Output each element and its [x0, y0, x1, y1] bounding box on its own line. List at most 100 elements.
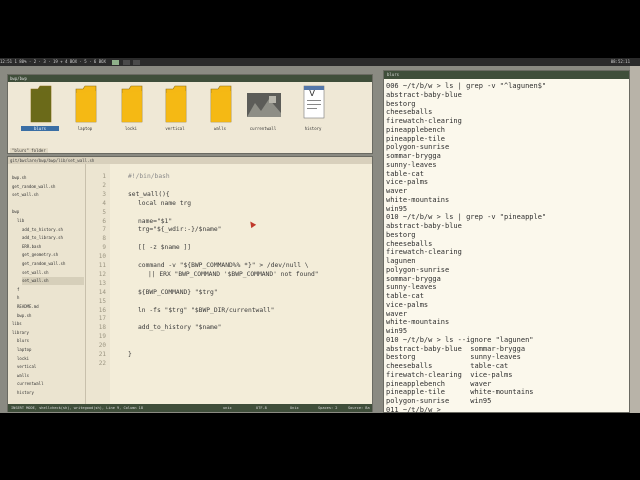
terminal-output-line: cheeseballs: [386, 239, 433, 248]
file-manager-titlebar[interactable]: bwp/bwp: [8, 75, 372, 82]
code-line[interactable]: set_wall(){: [128, 191, 170, 198]
editor-window: git/bwclare/bwp/bwp/lib/set_wall.sh bwp.…: [7, 156, 373, 412]
image-thumbnail-icon: [247, 85, 281, 123]
tree-item[interactable]: vertical: [17, 363, 84, 371]
terminal-output-line: white-mountains: [386, 195, 450, 204]
tree-item[interactable]: add_to_history.sh: [22, 226, 84, 234]
file-manager-status: "blurs" folder: [10, 148, 48, 153]
terminal-output-line: win95: [386, 327, 408, 335]
tree-item[interactable]: library: [12, 329, 84, 337]
terminal-output-line: waver: [386, 187, 408, 195]
tree-item[interactable]: lib: [17, 217, 84, 225]
code-line[interactable]: #!/bin/bash: [128, 173, 170, 180]
terminal-output-line: firewatch-clearing: [386, 117, 462, 125]
terminal-output-line: abstract-baby-blue sommar-brygga: [386, 344, 526, 353]
file-item-label: laptop: [77, 126, 93, 131]
code-line[interactable]: ln -fs "$trg" "$BWP_DIR/currentwall": [138, 307, 274, 314]
folder-icon: [121, 85, 143, 123]
status-source[interactable]: Source: Ba: [348, 404, 370, 412]
status-encoding[interactable]: UTF-8: [256, 404, 267, 412]
code-line[interactable]: || ERX "BWP_COMMAND '$BWP_COMMAND' not f…: [148, 271, 319, 278]
tree-item[interactable]: blurs: [17, 337, 84, 345]
code-line[interactable]: local name trg: [138, 200, 191, 207]
workspace-indicator[interactable]: [112, 59, 120, 65]
line-number: 4: [102, 199, 106, 207]
tree-item[interactable]: get_geometry.sh: [22, 251, 84, 259]
file-item-4[interactable]: vertical: [160, 85, 190, 133]
tree-item[interactable]: libs: [12, 320, 84, 328]
status-eol[interactable]: unix: [223, 404, 232, 412]
line-number: 1: [102, 173, 106, 180]
terminal-output-line: pineapple-tile: [386, 134, 446, 143]
file-item-6[interactable]: currentwall: [247, 85, 281, 133]
tree-item[interactable]: laptop: [17, 346, 84, 354]
code-line[interactable]: [[ -z $name ]]: [138, 244, 195, 251]
file-item-1[interactable]: blurs: [21, 85, 59, 133]
terminal-output-line: table-cat: [386, 169, 424, 178]
line-number: 13: [98, 279, 106, 287]
terminal-prompt-line: 010 ~/t/b/w > ls --ignore "lagunen": [386, 335, 534, 344]
tree-item[interactable]: get_random_wall.sh: [22, 260, 84, 268]
terminal-window[interactable]: blurs 006 ~/t/b/w > ls | grep -v "^lagun…: [383, 70, 630, 414]
file-item-2[interactable]: laptop: [70, 85, 100, 133]
line-number: 6: [102, 217, 106, 225]
file-item-label: currentwall: [249, 126, 277, 131]
terminal-output-line: lagunen: [386, 257, 416, 265]
code-line[interactable]: command -v "${BWP_COMMAND%% *}" > /dev/n…: [138, 262, 309, 269]
tree-item[interactable]: walls: [17, 372, 84, 380]
tree-item[interactable]: history: [17, 389, 84, 397]
status-format[interactable]: Unix: [290, 404, 299, 412]
tree-item[interactable]: get_random_wall.sh: [12, 183, 84, 191]
tree-item[interactable]: add_to_library.sh: [22, 234, 84, 242]
text-file-icon: V: [303, 85, 325, 123]
terminal-output-line: bestorg sunny-leaves: [386, 353, 521, 362]
code-line[interactable]: }: [128, 351, 132, 358]
line-number: 9: [102, 244, 106, 252]
tree-item[interactable]: currentwall: [17, 380, 84, 388]
editor-titlebar[interactable]: git/bwclare/bwp/bwp/lib/set_wall.sh: [8, 157, 372, 164]
tree-item[interactable]: [12, 200, 84, 208]
file-item-label: locki: [124, 126, 138, 131]
file-item-3[interactable]: locki: [116, 85, 146, 133]
terminal-titlebar[interactable]: blurs: [384, 71, 629, 79]
tree-item[interactable]: h: [17, 294, 84, 302]
workspace-indicator[interactable]: [122, 59, 130, 65]
terminal-output-line: cheeseballs: [386, 108, 433, 117]
tree-item[interactable]: bwp: [12, 208, 84, 216]
tree-item[interactable]: set_wall.sh: [12, 191, 84, 199]
terminal-output-line: pineapple-tile white-mountains: [386, 388, 534, 397]
file-tree-sidebar: bwp.sh get_random_wall.sh set_wall.sh bwp li…: [8, 164, 86, 404]
terminal-output-line: vice-palms: [386, 178, 429, 187]
line-number: 7: [102, 226, 106, 234]
file-item-5[interactable]: walls: [205, 85, 235, 133]
terminal-output-line: bestorg: [386, 99, 416, 108]
folder-icon: [210, 85, 232, 123]
file-item-7[interactable]: Vhistory: [298, 85, 328, 133]
tree-item[interactable]: set_wall.sh: [22, 277, 84, 286]
code-line[interactable]: name="$1": [138, 218, 172, 225]
tree-item[interactable]: bwp.sh: [17, 312, 84, 320]
line-number: 17: [98, 315, 106, 323]
terminal-output-line: firewatch-clearing: [386, 248, 462, 257]
line-number: 20: [98, 342, 106, 350]
code-line[interactable]: ${BWP_COMMAND} "$trg": [138, 289, 218, 296]
terminal-output-line: abstract-baby-blue: [386, 222, 462, 230]
tree-item[interactable]: locki: [17, 355, 84, 363]
terminal-output-line: pineapplebench: [386, 125, 446, 134]
workspace-indicator[interactable]: [133, 59, 141, 65]
status-indent[interactable]: Spaces: 2: [318, 404, 337, 412]
tree-item[interactable]: bwp.sh: [12, 174, 84, 182]
line-number: 14: [98, 288, 106, 296]
terminal-prompt-line: 011 ~/t/b/w >: [386, 405, 446, 414]
code-area[interactable]: #!/bin/bash set_wall(){local name trg name…: [110, 164, 372, 404]
tree-item[interactable]: README.md: [17, 303, 84, 311]
line-number: 18: [98, 324, 106, 332]
terminal-output-line: firewatch-clearing vice-palms: [386, 370, 513, 379]
code-line[interactable]: trg="${_wdir:-}/$name": [138, 226, 221, 233]
terminal-output-line: pineapplebench waver: [386, 379, 492, 388]
tree-item[interactable]: set_wall.sh: [22, 269, 84, 277]
terminal-output-line: sunny-leaves: [386, 283, 437, 292]
tree-item[interactable]: ERR.bash: [22, 243, 84, 251]
tree-item[interactable]: f: [17, 286, 84, 294]
code-line[interactable]: add_to_history "$name": [138, 324, 221, 331]
